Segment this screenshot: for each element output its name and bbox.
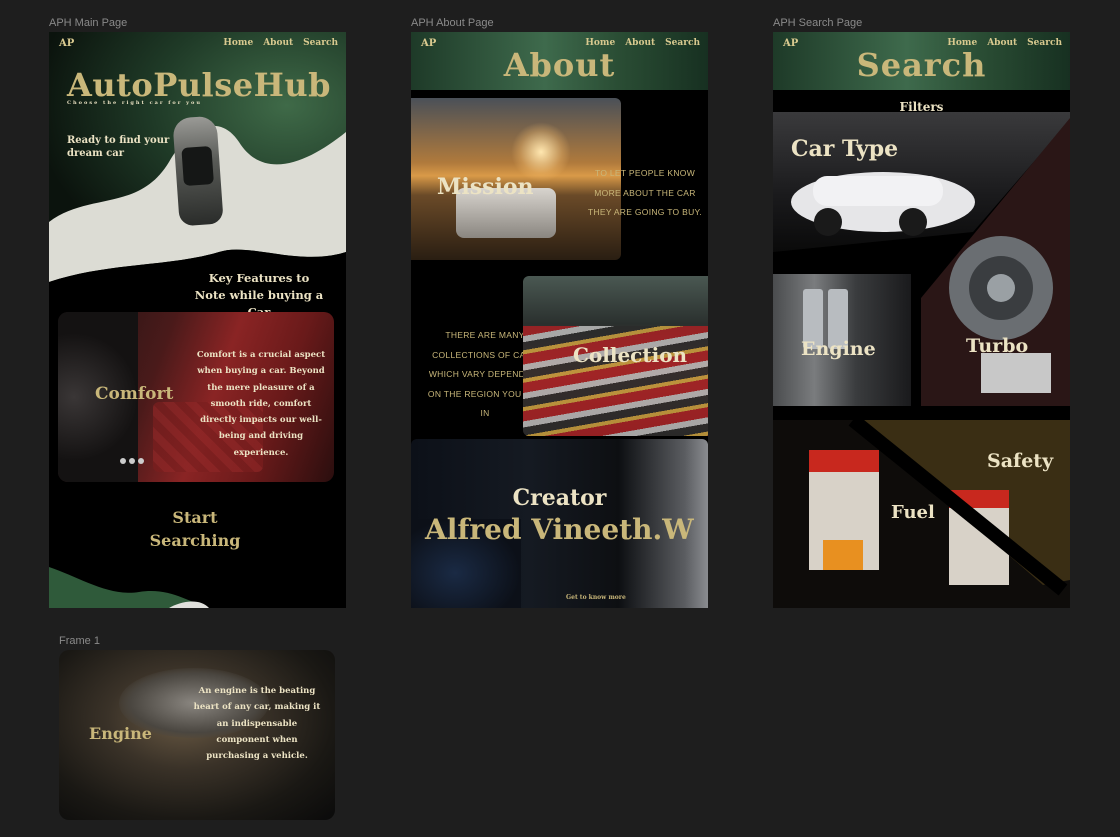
- comfort-card[interactable]: Comfort Comfort is a crucial aspect when…: [58, 312, 334, 482]
- ready-text: Ready to find your dream car: [67, 135, 170, 159]
- get-to-know-link[interactable]: Get to know more: [566, 594, 626, 601]
- nav-about[interactable]: About: [263, 38, 293, 48]
- frame-label-about: APH About Page: [411, 17, 494, 29]
- frame-label-frame1: Frame 1: [59, 635, 100, 647]
- tagline: Choose the right car for you: [67, 100, 202, 106]
- collection-title: Collection: [573, 343, 688, 367]
- car-top-view: [172, 115, 224, 227]
- carousel-dots[interactable]: [120, 458, 144, 464]
- engine-label: Engine: [801, 338, 876, 360]
- site-title: AutoPulseHub: [67, 66, 331, 104]
- creator-heading: Creator: [512, 485, 607, 511]
- frame1-engine-card[interactable]: Engine An engine is the beating heart of…: [59, 650, 335, 820]
- nav-home[interactable]: Home: [223, 38, 253, 48]
- safety-label: Safety: [987, 450, 1054, 472]
- main-page-frame: AP Home About Search AutoPulseHub Choose…: [49, 32, 346, 608]
- comfort-text: Comfort is a crucial aspect when buying …: [196, 350, 326, 458]
- turbo-label: Turbo: [966, 335, 1029, 357]
- bottom-swoosh: [49, 567, 209, 608]
- creator-photo: Creator Alfred Vineeth.W Get to know mor…: [411, 439, 708, 608]
- frame1-engine-title: Engine: [89, 724, 152, 743]
- frame1-engine-text: An engine is the beating heart of any ca…: [193, 686, 321, 762]
- start-searching-button[interactable]: Start Searching: [145, 506, 245, 552]
- search-title: Search: [856, 46, 987, 84]
- frame-label-main: APH Main Page: [49, 17, 128, 29]
- main-nav: Home About Search: [223, 38, 338, 48]
- car-type-label: Car Type: [791, 136, 899, 162]
- fuel-label: Fuel: [891, 502, 935, 523]
- comfort-title: Comfort: [95, 384, 174, 404]
- creator-name: Alfred Vineeth.W: [425, 513, 694, 546]
- mission-title: Mission: [437, 174, 534, 200]
- logo-icon[interactable]: AP: [59, 38, 75, 50]
- mission-text: TO LET PEOPLE KNOW MORE ABOUT THE CAR TH…: [587, 168, 703, 217]
- nav-search[interactable]: Search: [303, 38, 338, 48]
- collection-photo: Collection: [523, 276, 708, 436]
- about-title: About: [503, 46, 616, 84]
- search-page-frame: AP Home About Search Search Filters Car …: [773, 32, 1070, 608]
- about-page-frame: AP Home About Search About Mission TO LE…: [411, 32, 708, 608]
- turbo-tile[interactable]: [921, 118, 1070, 406]
- engine-tile[interactable]: Engine: [773, 274, 911, 406]
- frame-label-search: APH Search Page: [773, 17, 863, 29]
